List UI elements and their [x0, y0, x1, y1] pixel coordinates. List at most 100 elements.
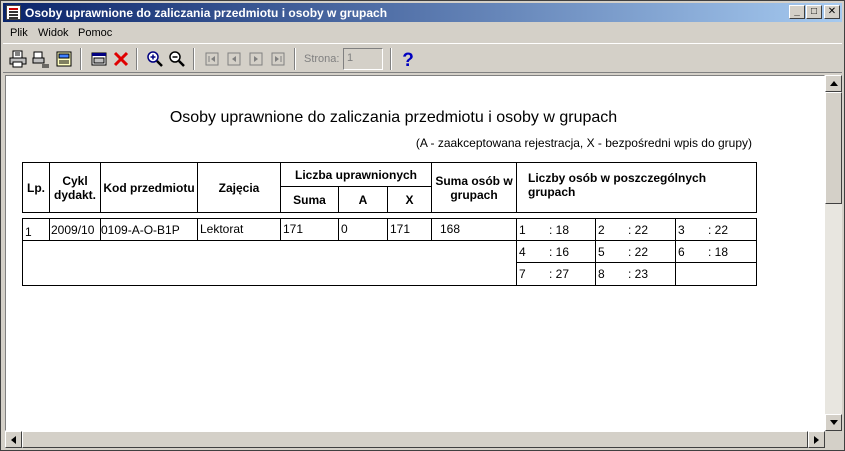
scrollbar-corner [825, 431, 842, 448]
group-number: 1 [519, 223, 526, 237]
row-lp: 1 [23, 219, 49, 240]
group-count: : 22 [708, 223, 729, 237]
page-number-input[interactable]: 1 [343, 48, 383, 70]
zoom-in-button[interactable] [144, 48, 166, 70]
row-suma-osob: 168 [432, 219, 516, 240]
group-count: : 18 [549, 223, 570, 237]
toolbar-separator [136, 48, 138, 70]
previous-page-button[interactable] [223, 48, 245, 70]
row-suma: 171 [281, 219, 338, 240]
last-page-button[interactable] [267, 48, 289, 70]
group-cell-empty [676, 263, 756, 285]
close-button[interactable]: ✕ [824, 5, 840, 19]
scroll-up-button[interactable] [825, 75, 842, 92]
delete-button[interactable] [110, 48, 132, 70]
data-table: 1 2009/10 0109-A-O-B1P Lektorat 171 0 17… [22, 218, 757, 286]
header-kod: Kod przedmiotu [101, 163, 197, 212]
group-count: : 27 [549, 267, 570, 281]
help-question-icon: ? [402, 50, 414, 69]
export-icon [56, 51, 72, 67]
horizontal-scrollbar[interactable] [5, 431, 825, 448]
first-page-icon [205, 52, 219, 66]
zoom-out-icon [169, 51, 185, 67]
group-cell: 8 : 23 [596, 263, 675, 285]
report-window: Osoby uprawnione do zaliczania przedmiot… [0, 0, 845, 451]
arrow-up-icon [829, 81, 838, 86]
horizontal-scroll-thumb[interactable] [22, 431, 808, 448]
group-number: 6 [678, 245, 685, 259]
row-a: 0 [339, 219, 387, 240]
row-empty-area [23, 241, 516, 285]
group-cell: 4 : 16 [517, 241, 595, 262]
menu-pomoc[interactable]: Pomoc [78, 27, 112, 39]
group-count: : 18 [708, 245, 729, 259]
group-count: : 23 [628, 267, 649, 281]
header-table: Lp. Cykl dydakt. Kod przedmiotu Zajęcia … [22, 162, 757, 213]
printer-icon [9, 50, 27, 68]
group-cell: 3 : 22 [676, 219, 756, 240]
menu-widok[interactable]: Widok [38, 27, 69, 39]
minimize-button[interactable]: _ [789, 5, 805, 19]
group-number: 5 [598, 245, 605, 259]
scroll-down-button[interactable] [825, 414, 842, 431]
group-number: 7 [519, 267, 526, 281]
delete-x-icon [113, 51, 129, 67]
zoom-in-icon [147, 51, 163, 67]
vertical-scrollbar[interactable] [825, 75, 842, 431]
toolbar-separator [294, 48, 296, 70]
group-count: : 22 [628, 223, 649, 237]
maximize-button[interactable]: □ [806, 5, 822, 19]
svg-text:?: ? [402, 50, 414, 69]
group-cell: 6 : 18 [676, 241, 756, 262]
report-viewport[interactable]: Osoby uprawnione do zaliczania przedmiot… [5, 75, 825, 431]
group-count: : 22 [628, 245, 649, 259]
menu-bar: Plik Widok Pomoc [3, 24, 842, 42]
toolbar-separator [193, 48, 195, 70]
first-page-button[interactable] [201, 48, 223, 70]
group-cell: 2 : 22 [596, 219, 675, 240]
row-kod: 0109-A-O-B1P [101, 219, 197, 240]
page-view-icon [91, 52, 107, 66]
print-setup-icon [32, 51, 49, 68]
header-lp: Lp. [23, 163, 49, 212]
group-count: : 16 [549, 245, 570, 259]
zoom-out-button[interactable] [166, 48, 188, 70]
toolbar: Strona: 1 ? [3, 43, 842, 73]
scroll-left-button[interactable] [5, 431, 22, 448]
row-zajecia: Lektorat [198, 219, 280, 240]
arrow-left-icon [11, 435, 16, 444]
next-page-button[interactable] [245, 48, 267, 70]
group-number: 2 [598, 223, 605, 237]
scroll-right-button[interactable] [808, 431, 825, 448]
header-liczby-osob: Liczby osób w poszczególnych grupach [517, 163, 756, 212]
previous-page-icon [227, 52, 241, 66]
print-setup-button[interactable] [30, 48, 52, 70]
window-title: Osoby uprawnione do zaliczania przedmiot… [25, 6, 388, 20]
app-icon [6, 5, 21, 20]
title-bar[interactable]: Osoby uprawnione do zaliczania przedmiot… [3, 3, 842, 22]
header-liczba-uprawnionych: Liczba uprawnionych [281, 163, 431, 186]
report-subtitle: (A - zaakceptowana rejestracja, X - bezp… [415, 136, 752, 150]
last-page-icon [271, 52, 285, 66]
header-zajecia: Zajęcia [198, 163, 280, 212]
group-cell: 1 : 18 [517, 219, 595, 240]
group-number: 8 [598, 267, 605, 281]
page-view-button[interactable] [88, 48, 110, 70]
group-cell: 5 : 22 [596, 241, 675, 262]
menu-plik[interactable]: Plik [10, 27, 28, 39]
header-cykl: Cykl dydakt. [50, 163, 100, 212]
toolbar-separator [80, 48, 82, 70]
help-button[interactable]: ? [397, 48, 419, 70]
page-label: Strona: [304, 53, 340, 65]
export-button[interactable] [53, 48, 75, 70]
row-x: 171 [388, 219, 431, 240]
group-number: 4 [519, 245, 526, 259]
header-suma: Suma [281, 187, 338, 212]
print-button[interactable] [7, 48, 29, 70]
header-x: X [388, 187, 431, 212]
group-number: 3 [678, 223, 685, 237]
arrow-down-icon [829, 420, 838, 425]
report-title: Osoby uprawnione do zaliczania przedmiot… [169, 109, 618, 126]
header-suma-osob: Suma osób w grupach [432, 163, 516, 212]
vertical-scroll-thumb[interactable] [825, 92, 842, 204]
